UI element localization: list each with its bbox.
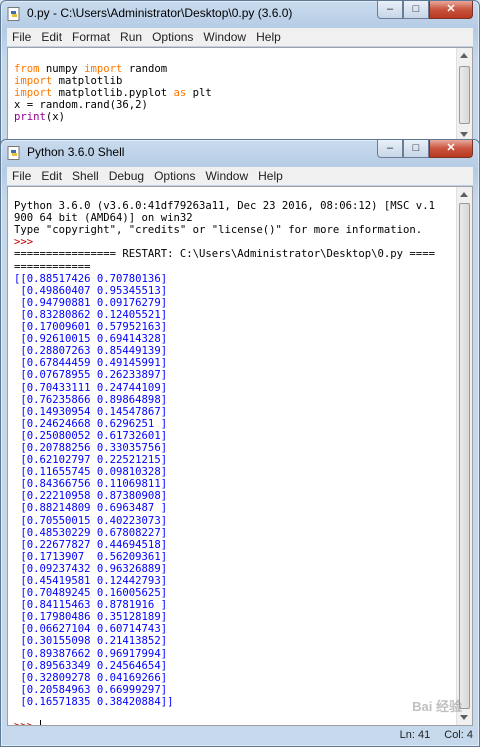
output-row: [0.48530229 0.67808227] bbox=[14, 526, 168, 539]
output-row: [0.70433111 0.24744109] bbox=[14, 381, 168, 394]
minimize-button[interactable]: – bbox=[377, 1, 403, 19]
output-row: [0.20584963 0.66999297] bbox=[14, 683, 168, 696]
close-button[interactable]: ✕ bbox=[429, 1, 473, 19]
banner-line: Python 3.6.0 (v3.6.0:41df79263a11, Dec 2… bbox=[14, 200, 435, 213]
menu-window[interactable]: Window bbox=[198, 28, 251, 46]
code-line: print(x) bbox=[14, 111, 66, 124]
scroll-down-arrow-icon[interactable] bbox=[460, 715, 468, 720]
banner-line: Type "copyright", "credits" or "license(… bbox=[14, 224, 423, 237]
menu-help[interactable]: Help bbox=[253, 167, 288, 185]
output-row: [0.62102797 0.22521215] bbox=[14, 454, 168, 467]
status-bar: Ln: 41 Col: 4 bbox=[400, 727, 473, 743]
code-line: from numpy import random bbox=[14, 63, 168, 76]
code-line: import matplotlib bbox=[14, 75, 123, 88]
output-row: [0.70550015 0.40223073] bbox=[14, 514, 168, 527]
shell-window-controls: – □ ✕ bbox=[377, 140, 473, 158]
restart-line: ================ RESTART: C:\Users\Admin… bbox=[14, 248, 435, 261]
output-row: [0.94790881 0.09176279] bbox=[14, 296, 168, 309]
output-row: [0.89387662 0.96917994] bbox=[14, 647, 168, 660]
output-row: [0.11655745 0.09810328] bbox=[14, 466, 168, 479]
shell-prompt: >>> bbox=[14, 236, 40, 249]
shell-prompt: >>> bbox=[14, 720, 40, 725]
menu-format[interactable]: Format bbox=[67, 28, 115, 46]
editor-scroll-thumb[interactable] bbox=[459, 66, 470, 124]
menu-file[interactable]: File bbox=[7, 167, 36, 185]
restart-line: ============ bbox=[14, 260, 91, 273]
output-row: [0.07678955 0.26233897] bbox=[14, 369, 168, 382]
banner-line: 900 64 bit (AMD64)] on win32 bbox=[14, 212, 193, 225]
output-row: [0.17009601 0.57952163] bbox=[14, 321, 168, 334]
output-row: [0.45419581 0.12442793] bbox=[14, 575, 168, 587]
output-row: [0.17980486 0.35128189] bbox=[14, 611, 168, 624]
output-row: [0.30155098 0.21413852] bbox=[14, 635, 168, 648]
output-row: [0.92610015 0.69414328] bbox=[14, 333, 168, 346]
output-row: [0.89563349 0.24564654] bbox=[14, 659, 168, 672]
python-file-icon bbox=[7, 7, 20, 21]
output-row: [0.24624668 0.6296251 ] bbox=[14, 417, 168, 430]
code-text[interactable]: from numpy import random import matplotl… bbox=[14, 51, 212, 124]
status-line-number: Ln: 41 bbox=[399, 729, 431, 741]
menu-window[interactable]: Window bbox=[200, 167, 253, 185]
code-line: x = random.rand(36,2) bbox=[14, 99, 148, 112]
code-editor[interactable]: from numpy import random import matplotl… bbox=[7, 47, 473, 143]
text-cursor bbox=[39, 720, 41, 725]
shell-text[interactable]: Python 3.6.0 (v3.6.0:41df79263a11, Dec 2… bbox=[14, 188, 435, 725]
output-row: [0.84115463 0.8781916 ] bbox=[14, 599, 168, 612]
output-row: [0.16571835 0.38420884]] bbox=[14, 695, 174, 708]
output-row: [0.67844459 0.49145991] bbox=[14, 357, 168, 370]
output-row: [0.06627104 0.60714743] bbox=[14, 623, 168, 636]
editor-window-controls: – □ ✕ bbox=[377, 1, 473, 19]
minimize-button[interactable]: – bbox=[377, 140, 403, 158]
output-row: [0.1713907 0.56209361] bbox=[14, 550, 168, 563]
shell-title: Python 3.6.0 Shell bbox=[27, 145, 125, 159]
menu-options[interactable]: Options bbox=[147, 28, 198, 46]
maximize-button[interactable]: □ bbox=[403, 1, 429, 19]
maximize-button[interactable]: □ bbox=[403, 140, 429, 158]
status-column-number: Col: 4 bbox=[444, 729, 473, 741]
output-row: [0.22677827 0.44694518] bbox=[14, 538, 168, 551]
menu-help[interactable]: Help bbox=[251, 28, 286, 46]
output-row: [0.83280862 0.12405521] bbox=[14, 308, 168, 321]
editor-menubar: File Edit Format Run Options Window Help bbox=[7, 28, 473, 46]
program-output: [[0.88517426 0.70780136] [0.49860407 0.9… bbox=[14, 273, 173, 708]
output-row: [0.28807263 0.85449139] bbox=[14, 345, 168, 358]
scroll-up-arrow-icon[interactable] bbox=[460, 192, 468, 197]
shell-scrollbar[interactable] bbox=[456, 187, 472, 725]
output-row: [0.88214809 0.6963487 ] bbox=[14, 502, 168, 515]
editor-titlebar[interactable]: 0.py - C:\Users\Administrator\Desktop\0.… bbox=[1, 1, 479, 27]
output-row: [0.49860407 0.95345513] bbox=[14, 284, 168, 297]
shell-text-area[interactable]: Python 3.6.0 (v3.6.0:41df79263a11, Dec 2… bbox=[7, 186, 473, 726]
output-row: [0.09237432 0.96326889] bbox=[14, 562, 168, 575]
output-row: [0.32809278 0.04169266] bbox=[14, 671, 168, 684]
shell-scroll-thumb[interactable] bbox=[459, 203, 470, 709]
output-row: [0.14930954 0.14547867] bbox=[14, 405, 168, 418]
editor-scrollbar[interactable] bbox=[456, 48, 472, 142]
output-row: [0.84366756 0.11069811] bbox=[14, 478, 168, 491]
output-row: [[0.88517426 0.70780136] bbox=[14, 272, 168, 285]
shell-menubar: File Edit Shell Debug Options Window Hel… bbox=[7, 167, 473, 185]
menu-debug[interactable]: Debug bbox=[104, 167, 149, 185]
watermark-logo: Bai 经验 bbox=[412, 699, 462, 714]
code-line: import matplotlib.pyplot as plt bbox=[14, 87, 212, 100]
close-button[interactable]: ✕ bbox=[429, 140, 473, 158]
menu-file[interactable]: File bbox=[7, 28, 36, 46]
python-shell-icon bbox=[7, 146, 20, 160]
shell-window: Python 3.6.0 Shell – □ ✕ File Edit Shell… bbox=[0, 139, 480, 747]
editor-title: 0.py - C:\Users\Administrator\Desktop\0.… bbox=[27, 6, 293, 20]
scroll-up-arrow-icon[interactable] bbox=[460, 53, 468, 58]
output-row: [0.25080052 0.61732601] bbox=[14, 429, 168, 442]
editor-window: 0.py - C:\Users\Administrator\Desktop\0.… bbox=[0, 0, 480, 145]
scroll-down-arrow-icon[interactable] bbox=[460, 132, 468, 137]
menu-options[interactable]: Options bbox=[149, 167, 200, 185]
shell-titlebar[interactable]: Python 3.6.0 Shell – □ ✕ bbox=[1, 140, 479, 166]
output-row: [0.70489245 0.16005625] bbox=[14, 587, 168, 600]
menu-shell[interactable]: Shell bbox=[67, 167, 104, 185]
output-row: [0.76235866 0.89864898] bbox=[14, 393, 168, 406]
menu-edit[interactable]: Edit bbox=[36, 167, 67, 185]
menu-run[interactable]: Run bbox=[115, 28, 147, 46]
output-row: [0.20788256 0.33035756] bbox=[14, 441, 168, 454]
output-row: [0.22210958 0.87380908] bbox=[14, 490, 168, 503]
menu-edit[interactable]: Edit bbox=[36, 28, 67, 46]
